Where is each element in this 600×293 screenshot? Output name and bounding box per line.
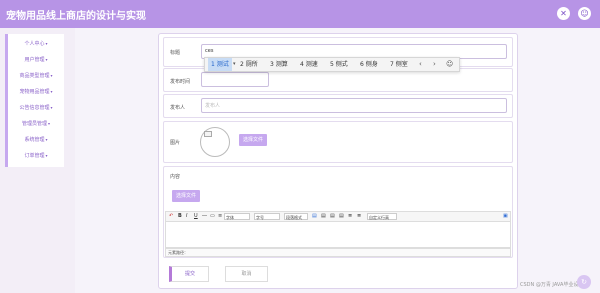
ime-candidate-7[interactable]: 7 侧室 <box>387 58 411 71</box>
ime-candidate-3[interactable]: 3 测算 <box>267 58 291 71</box>
sidebar: 个人中心▾ 用户管理▾ 商品类型管理▾ 宠物用品管理▾ 公告信息管理▾ 管理员管… <box>5 34 64 167</box>
chevron-down-icon[interactable]: ▾ <box>233 58 236 71</box>
align-center-icon[interactable]: ▤ <box>321 212 326 221</box>
chevron-down-icon: ▾ <box>45 57 48 62</box>
sidebar-item-label: 宠物用品管理 <box>19 89 50 95</box>
sidebar-item-label: 个人中心 <box>24 41 45 47</box>
sidebar-item-user-management[interactable]: 用户管理▾ <box>8 53 64 67</box>
sidebar-item-order-management[interactable]: 订单管理▾ <box>8 149 64 163</box>
ime-candidate-5[interactable]: 5 侧式 <box>327 58 351 71</box>
align-left-icon[interactable]: ▤ <box>312 212 317 221</box>
paste-icon[interactable]: ▭ <box>210 212 215 221</box>
chevron-left-icon[interactable]: ‹ <box>419 58 422 71</box>
emoji-icon[interactable]: ☺ <box>446 58 453 71</box>
sidebar-item-label: 系统管理 <box>24 137 45 143</box>
chevron-down-icon: ▾ <box>50 73 53 78</box>
cancel-button[interactable]: 取消 <box>225 266 268 282</box>
font-size-select[interactable]: 字号 <box>254 213 280 220</box>
sidebar-item-announcements[interactable]: 公告信息管理▾ <box>8 101 64 115</box>
ime-candidate-4[interactable]: 4 测速 <box>297 58 321 71</box>
sidebar-item-pet-supplies[interactable]: 宠物用品管理▾ <box>8 85 64 99</box>
text-color-icon[interactable]: ≡ <box>218 212 222 221</box>
editor-element-path: 元素路径： <box>165 248 511 257</box>
publisher-input[interactable] <box>201 98 507 113</box>
align-right-icon[interactable]: ▤ <box>330 212 335 221</box>
line-height-select[interactable]: 自定义行高 <box>367 213 397 220</box>
chevron-down-icon: ▾ <box>45 137 48 142</box>
title-label: 标题 <box>170 50 181 56</box>
ime-candidate-bar: 1 测试 ▾ 2 厕所 3 测算 4 测速 5 侧式 6 侧身 7 侧室 ‹ ›… <box>204 57 460 72</box>
publish-time-label: 发布时间 <box>170 79 191 85</box>
sidebar-item-product-type[interactable]: 商品类型管理▾ <box>8 69 64 83</box>
sidebar-item-admin-management[interactable]: 管理员管理▾ <box>8 117 64 131</box>
ordered-list-icon[interactable]: ≣ <box>348 212 352 221</box>
submit-button[interactable]: 提交 <box>169 266 209 282</box>
unordered-list-icon[interactable]: ≣ <box>357 212 361 221</box>
watermark: CSDN @万青 JAVA毕业设计 <box>520 282 584 288</box>
sidebar-item-label: 用户管理 <box>24 57 45 63</box>
chevron-down-icon: ▾ <box>50 89 53 94</box>
sidebar-item-label: 管理员管理 <box>21 121 47 127</box>
publish-time-input[interactable] <box>201 72 269 87</box>
refresh-icon[interactable]: ↻ <box>577 275 591 289</box>
top-bar: 宠物用品线上商店的设计与实现 ✕ ☺ <box>0 0 600 28</box>
italic-icon[interactable]: I <box>186 212 187 221</box>
chevron-down-icon: ▾ <box>45 41 48 46</box>
ime-candidate-2[interactable]: 2 厕所 <box>237 58 261 71</box>
format-select[interactable]: 段落格式 <box>284 213 308 220</box>
publisher-label: 发布人 <box>170 105 186 111</box>
user-icon[interactable]: ☺ <box>578 7 591 20</box>
rich-text-editor[interactable] <box>165 222 511 248</box>
sidebar-item-system-management[interactable]: 系统管理▾ <box>8 133 64 147</box>
fullscreen-icon[interactable]: ▣ <box>503 212 508 221</box>
sidebar-item-personal-center[interactable]: 个人中心▾ <box>8 37 64 51</box>
ime-candidate-1[interactable]: 1 测试 <box>208 58 232 71</box>
broken-image-icon <box>204 131 212 137</box>
chevron-down-icon: ▾ <box>48 121 51 126</box>
bold-icon[interactable]: B <box>178 212 182 221</box>
choose-image-button[interactable]: 选择文件 <box>239 134 268 146</box>
sidebar-item-label: 商品类型管理 <box>19 73 50 79</box>
image-preview[interactable] <box>200 127 230 157</box>
content-label: 内容 <box>170 174 181 180</box>
underline-icon[interactable]: U <box>194 212 198 221</box>
sidebar-item-label: 订单管理 <box>24 153 45 159</box>
app-title: 宠物用品线上商店的设计与实现 <box>6 11 146 22</box>
align-justify-icon[interactable]: ▤ <box>339 212 344 221</box>
undo-icon[interactable]: ↶ <box>169 212 173 221</box>
font-family-select[interactable]: 字体 <box>224 213 250 220</box>
image-label: 图片 <box>170 140 181 146</box>
chevron-down-icon: ▾ <box>50 105 53 110</box>
chevron-right-icon[interactable]: › <box>433 58 436 71</box>
chevron-down-icon: ▾ <box>45 153 48 158</box>
sidebar-item-label: 公告信息管理 <box>19 105 50 111</box>
ime-candidate-6[interactable]: 6 侧身 <box>357 58 381 71</box>
strikethrough-icon[interactable]: ― <box>202 212 207 221</box>
close-icon[interactable]: ✕ <box>557 7 570 20</box>
choose-content-file-button[interactable]: 选择文件 <box>172 190 201 202</box>
editor-toolbar: ↶ B I U ― ▭ ≡ 字体 字号 段落格式 ▤ ▤ ▤ ▤ ≣ ≣ 自定义… <box>165 211 511 222</box>
